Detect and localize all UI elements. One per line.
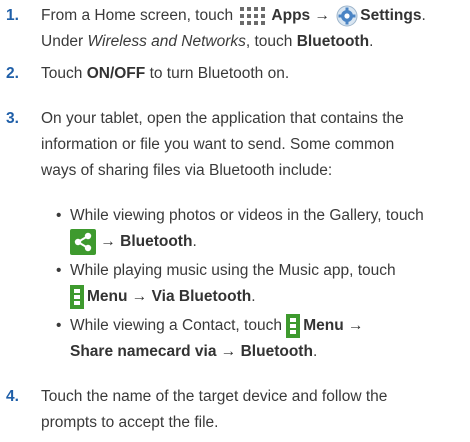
arrow: →: [131, 288, 148, 305]
bullet-text: While viewing a Contact, touch: [70, 317, 282, 334]
wireless-networks-label: Wireless and Networks: [87, 33, 246, 50]
step-text-run: , touch: [245, 33, 293, 50]
arrow: →: [348, 317, 364, 334]
step-line: Touch the name of the target device and …: [41, 388, 388, 405]
step-number: 3.: [6, 110, 19, 127]
arrow: →: [100, 233, 116, 251]
bullet-text: While playing music using the Music app,…: [70, 262, 396, 279]
bullet-line: Share namecard via → Bluetooth.: [56, 339, 464, 365]
settings-gear-icon: [336, 5, 358, 27]
menu-label: Menu: [303, 317, 344, 334]
settings-label: Settings: [360, 7, 422, 24]
instruction-list: 1. From a Home screen, touch Apps → Sett…: [0, 0, 470, 442]
onoff-label: ON/OFF: [86, 65, 146, 82]
step-line: Under Wireless and Networks, touch Bluet…: [41, 29, 464, 55]
bullet-line: • While viewing photos or videos in the G…: [56, 203, 464, 229]
bullet-dot: •: [56, 262, 62, 279]
step-line: information or file you want to send. So…: [41, 136, 395, 153]
bluetooth-label: Bluetooth: [120, 233, 193, 251]
bullet-contact: • While viewing a Contact, touch Menu → S…: [56, 313, 464, 365]
share-icon: [70, 229, 96, 255]
bullet-line: → Bluetooth.: [56, 229, 464, 255]
step-text: On your tablet, open the application tha…: [41, 106, 464, 184]
step-number: 1.: [6, 7, 19, 24]
step-line: From a Home screen, touch Apps → Setting…: [41, 3, 464, 29]
bullet-gallery: • While viewing photos or videos in the G…: [56, 203, 464, 255]
step-text: Touch the name of the target device and …: [41, 384, 464, 436]
punctuation: .: [312, 343, 318, 360]
step-text-run: From a Home screen, touch: [41, 7, 234, 24]
menu-label: Menu: [87, 288, 128, 305]
step-text: From a Home screen, touch Apps → Setting…: [41, 3, 464, 55]
step-number: 2.: [6, 65, 19, 82]
bullet-line: • While viewing a Contact, touch Menu →: [56, 313, 464, 339]
bullet-dot: •: [56, 207, 62, 224]
step-text-run: Under: [41, 33, 84, 50]
bluetooth-label: Bluetooth: [240, 343, 313, 360]
punctuation: .: [369, 33, 374, 50]
step-text-run: to turn Bluetooth on.: [149, 65, 290, 82]
arrow: →: [220, 343, 237, 360]
arrow: →: [314, 7, 330, 24]
step-line: prompts to accept the file.: [41, 414, 219, 431]
step-line: ways of sharing files via Bluetooth incl…: [41, 162, 333, 179]
punctuation: .: [421, 7, 426, 24]
bullet-dot: •: [56, 317, 62, 334]
bullet-text: While viewing photos or videos in the Ga…: [70, 207, 424, 224]
bullet-line: • While playing music using the Music app…: [56, 258, 464, 284]
bluetooth-label: Bluetooth: [296, 33, 370, 50]
step-text: Touch ON/OFF to turn Bluetooth on.: [41, 61, 464, 87]
punctuation: .: [251, 288, 256, 305]
punctuation: .: [192, 233, 197, 251]
step-number: 4.: [6, 388, 19, 405]
apps-label: Apps: [271, 7, 311, 24]
via-bluetooth-label: Via Bluetooth: [151, 288, 252, 305]
step-line: On your tablet, open the application tha…: [41, 110, 404, 127]
menu-icon: [70, 284, 84, 309]
bullet-music: • While playing music using the Music app…: [56, 258, 464, 310]
bullet-line: Menu → Via Bluetooth.: [56, 284, 464, 310]
menu-icon: [286, 313, 301, 338]
step-text-run: Touch: [41, 65, 83, 82]
apps-grid-icon: [239, 6, 269, 26]
share-namecard-label: Share namecard via: [70, 343, 217, 360]
